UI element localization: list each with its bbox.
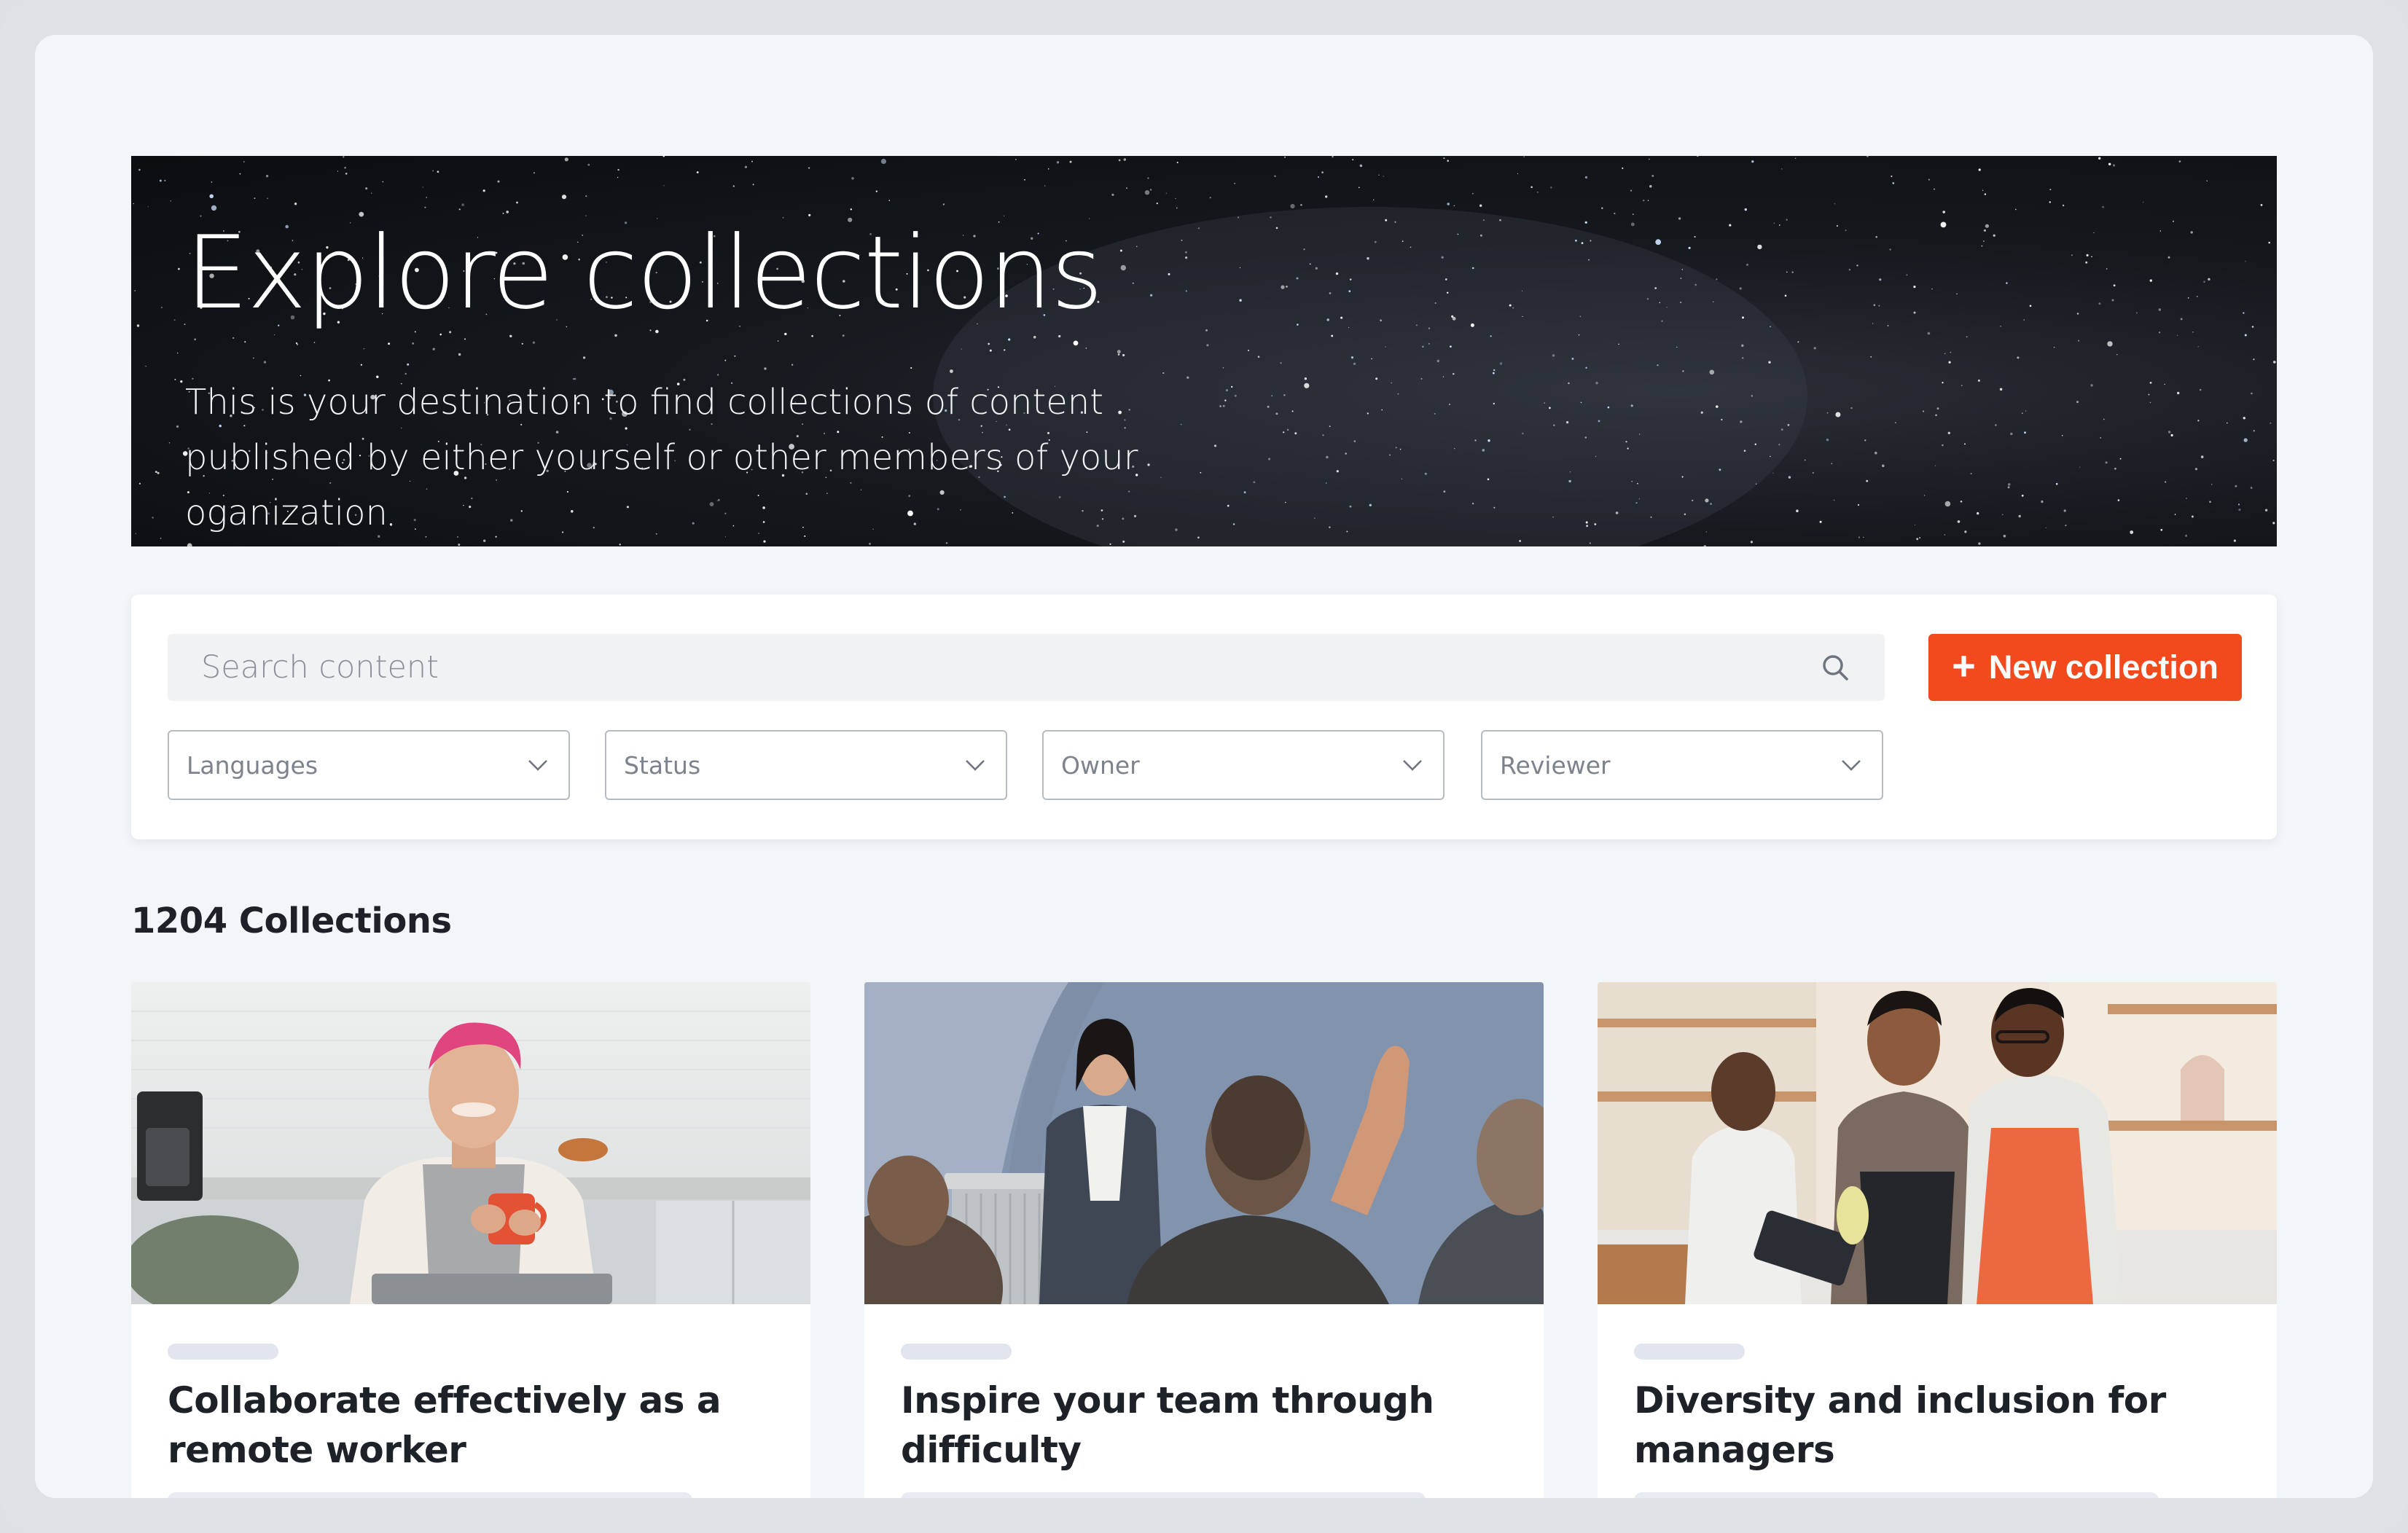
card-meta-placeholder — [1634, 1492, 2159, 1498]
owner-select-label: Owner — [1061, 750, 1140, 780]
card-title: Diversity and inclusion for managers — [1634, 1379, 2166, 1471]
collection-card[interactable]: Collaborate effectively as a remote work… — [131, 982, 810, 1498]
card-image-kitchen-team — [1598, 982, 2277, 1304]
chevron-down-icon — [525, 752, 551, 778]
collection-card[interactable]: Inspire your team through difficulty — [864, 982, 1544, 1498]
card-title: Inspire your team through difficulty — [901, 1379, 1434, 1471]
collections-count: 1204 Collections — [131, 901, 452, 941]
hero-banner: Explore collections This is your destina… — [131, 156, 2277, 546]
card-image-remote-worker — [131, 982, 810, 1304]
device-frame: Explore collections This is your destina… — [0, 0, 2408, 1533]
new-collection-button[interactable]: + New collection — [1928, 634, 2242, 701]
languages-select-label: Languages — [187, 750, 318, 780]
app-screen: Explore collections This is your destina… — [35, 35, 2373, 1498]
owner-select[interactable]: Owner — [1042, 730, 1445, 800]
plus-icon: + — [1952, 643, 1976, 689]
filter-panel: Search content + New collection Language… — [131, 595, 2277, 839]
card-meta-placeholder — [901, 1492, 1426, 1498]
search-placeholder: Search content — [201, 649, 439, 686]
card-category-tag — [901, 1344, 1012, 1360]
status-select-label: Status — [624, 750, 701, 780]
reviewer-select-label: Reviewer — [1500, 750, 1611, 780]
card-category-tag — [168, 1344, 278, 1360]
search-input[interactable]: Search content — [168, 634, 1885, 701]
reviewer-select[interactable]: Reviewer — [1481, 730, 1883, 800]
card-category-tag — [1634, 1344, 1745, 1360]
card-meta-placeholder — [168, 1492, 692, 1498]
chevron-down-icon — [1399, 752, 1426, 778]
languages-select[interactable]: Languages — [168, 730, 570, 800]
page-title: Explore collections — [185, 214, 1103, 332]
status-select[interactable]: Status — [605, 730, 1007, 800]
card-image-presenter — [864, 982, 1544, 1304]
collection-card[interactable]: Diversity and inclusion for managers — [1598, 982, 2277, 1498]
chevron-down-icon — [962, 752, 988, 778]
chevron-down-icon — [1838, 752, 1864, 778]
new-collection-label: New collection — [1988, 648, 2219, 686]
page-description: This is your destination to find collect… — [185, 382, 1138, 533]
search-icon[interactable] — [1819, 651, 1851, 683]
card-title: Collaborate effectively as a remote work… — [168, 1379, 722, 1471]
